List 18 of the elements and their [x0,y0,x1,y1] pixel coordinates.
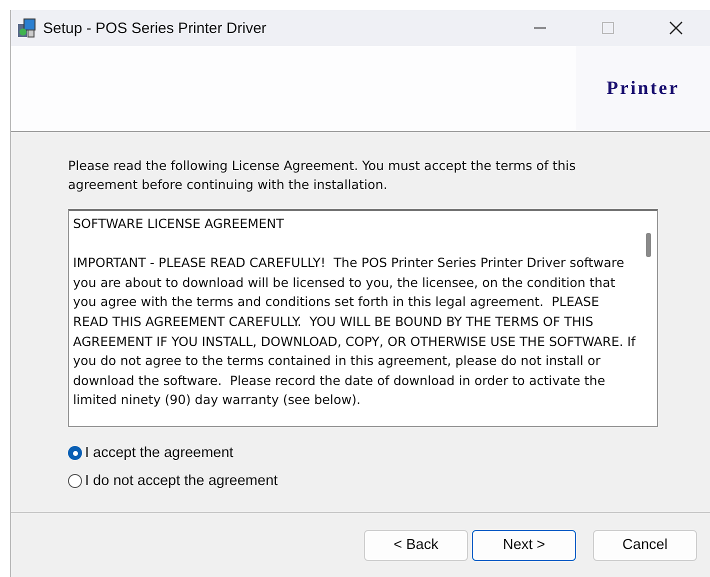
window-title: Setup - POS Series Printer Driver [43,20,268,36]
scrollbar-thumb[interactable] [646,233,650,257]
license-paragraph: SOFTWARE LICENSE AGREEMENT [73,215,285,233]
license-text-box[interactable] [68,209,658,427]
instructions-text: Please read the following License Agreement. You must accept the terms of this agreement before continuing with the installation. [68,157,577,194]
wizard-button[interactable]: Cancel [593,530,697,560]
minimize-icon [534,27,546,29]
printer-logo: Printer [606,78,680,100]
radio-button[interactable] [68,446,82,460]
radio-button[interactable] [68,474,82,488]
wizard-button[interactable]: Next > [472,530,576,560]
radio-option[interactable]: I do not accept the agreement [68,473,710,489]
maximize-icon [601,21,615,35]
radio-option[interactable]: I accept the agreement [68,445,710,461]
close-icon [669,21,683,35]
license-paragraph: IMPORTANT - PLEASE READ CAREFULLY! The POS Printer Series Printer Driver software you are about to download will be licensed to you, the licensee, on the condition that you agree with the terms and conditions set forth in this legal agreement. PLEASE READ THIS AGREEMENT CAREFULLY. YOU WILL BE BOUND BY THE TERMS OF THIS AGREEMENT IF YOU INSTALL, DOWNLOAD, COPY, OR OTHERWISE USE THE SOFTWARE. If you do not agree to the terms contained in this agreement, please do not install or download the software. Please record the date of download in order to activate the limited ninety (90) day warranty (see below). [73,254,637,410]
installer-icon [17,18,37,38]
wizard-button[interactable]: < Back [364,530,468,560]
